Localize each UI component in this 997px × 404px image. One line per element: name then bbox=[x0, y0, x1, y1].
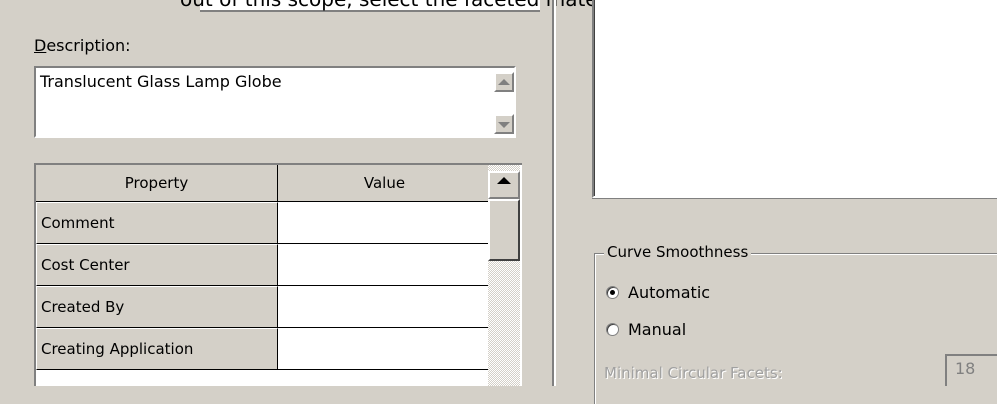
property-grid-scrollbar[interactable] bbox=[488, 165, 520, 386]
description-scroll-down-button[interactable] bbox=[494, 114, 514, 134]
grid-scroll-up-button[interactable] bbox=[488, 171, 520, 199]
minimal-circular-facets-label: Minimal Circular Facets: bbox=[604, 364, 783, 382]
manual-label: Manual bbox=[628, 320, 687, 339]
left-panel: Description: Translucent Glass Lamp Glob… bbox=[0, 0, 554, 386]
manual-radio-option[interactable]: Manual bbox=[606, 320, 686, 339]
table-row-property[interactable]: Creating Application bbox=[36, 328, 278, 370]
description-value: Translucent Glass Lamp Globe bbox=[40, 72, 282, 91]
scroll-up-icon bbox=[497, 177, 511, 184]
property-grid: Property Value Comment Cost Center Creat… bbox=[34, 163, 522, 386]
scroll-up-icon bbox=[498, 79, 510, 85]
radio-unchecked-icon[interactable] bbox=[606, 323, 619, 336]
description-textarea[interactable]: Translucent Glass Lamp Globe bbox=[34, 66, 516, 138]
table-row-value[interactable] bbox=[278, 244, 492, 286]
table-row-value[interactable] bbox=[278, 328, 492, 370]
table-row-value[interactable] bbox=[278, 286, 492, 328]
material-preview-area bbox=[592, 0, 997, 198]
description-scroll-up-button[interactable] bbox=[494, 72, 514, 92]
automatic-label: Automatic bbox=[628, 283, 711, 302]
column-header-value[interactable]: Value bbox=[278, 165, 492, 202]
grid-scroll-thumb[interactable] bbox=[488, 199, 520, 261]
table-row-property[interactable]: Cost Center bbox=[36, 244, 278, 286]
table-row-property[interactable]: Comment bbox=[36, 202, 278, 244]
column-header-property[interactable]: Property bbox=[36, 165, 278, 202]
scroll-down-icon bbox=[498, 122, 510, 128]
radio-checked-icon[interactable] bbox=[606, 286, 619, 299]
table-row-value[interactable] bbox=[278, 202, 492, 244]
minimal-circular-facets-input[interactable]: 18 bbox=[945, 354, 997, 386]
automatic-radio-option[interactable]: Automatic bbox=[606, 283, 710, 302]
description-label: Description: bbox=[34, 36, 131, 55]
curve-smoothness-title: Curve Smoothness bbox=[604, 243, 752, 261]
table-row-property[interactable]: Created By bbox=[36, 286, 278, 328]
